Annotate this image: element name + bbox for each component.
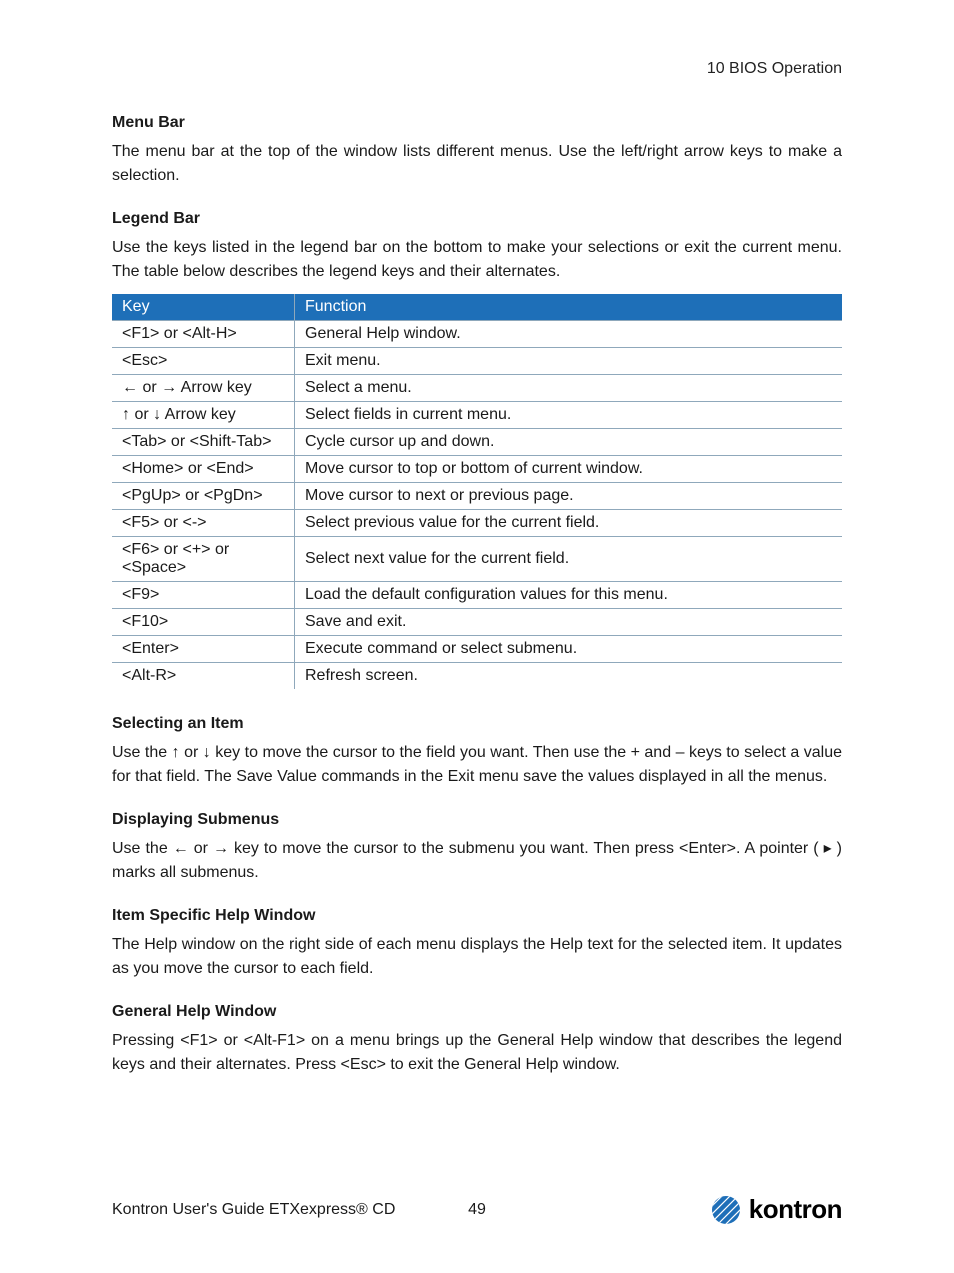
table-row: <Home> or <End>Move cursor to top or bot… xyxy=(112,456,842,483)
cell-fn: Load the default configuration values fo… xyxy=(295,582,843,609)
text-legend-bar: Use the keys listed in the legend bar on… xyxy=(112,236,842,284)
cell-key: <F9> xyxy=(112,582,295,609)
cell-fn: General Help window. xyxy=(295,321,843,348)
table-row: <F6> or <+> or <Space>Select next value … xyxy=(112,537,842,582)
cell-key: <F5> or <-> xyxy=(112,510,295,537)
table-row: <F5> or <->Select previous value for the… xyxy=(112,510,842,537)
cell-key: <F1> or <Alt-H> xyxy=(112,321,295,348)
table-row: <PgUp> or <PgDn>Move cursor to next or p… xyxy=(112,483,842,510)
text-submenus: Use the ← or → key to move the cursor to… xyxy=(112,837,842,885)
table-row: ← or → Arrow keySelect a menu. xyxy=(112,375,842,402)
page-footer: Kontron User's Guide ETXexpress® CD 49 xyxy=(112,1194,842,1225)
page: 10 BIOS Operation Menu Bar The menu bar … xyxy=(0,0,954,1273)
heading-general-help: General Help Window xyxy=(112,1003,842,1021)
table-row: <Esc>Exit menu. xyxy=(112,348,842,375)
cell-fn: Select previous value for the current fi… xyxy=(295,510,843,537)
footer-brand-text: kontron xyxy=(749,1194,842,1225)
cell-key: <Home> or <End> xyxy=(112,456,295,483)
cell-key: <Enter> xyxy=(112,636,295,663)
table-row: <Enter>Execute command or select submenu… xyxy=(112,636,842,663)
cell-fn: Select next value for the current field. xyxy=(295,537,843,582)
footer-guide-title: Kontron User's Guide ETXexpress® CD xyxy=(112,1201,395,1219)
table-row: <Alt-R>Refresh screen. xyxy=(112,663,842,690)
text-item-help: The Help window on the right side of eac… xyxy=(112,933,842,981)
cell-key: <Alt-R> xyxy=(112,663,295,690)
table-row: <F1> or <Alt-H>General Help window. xyxy=(112,321,842,348)
cell-fn: Select a menu. xyxy=(295,375,843,402)
cell-key: ↑ or ↓ Arrow key xyxy=(112,402,295,429)
cell-fn: Move cursor to top or bottom of current … xyxy=(295,456,843,483)
table-row: <F10>Save and exit. xyxy=(112,609,842,636)
heading-menu-bar: Menu Bar xyxy=(112,114,842,132)
footer-logo: kontron xyxy=(711,1194,842,1225)
cell-key: <PgUp> or <PgDn> xyxy=(112,483,295,510)
cell-fn: Refresh screen. xyxy=(295,663,843,690)
cell-key: ← or → Arrow key xyxy=(112,375,295,402)
cell-fn: Select fields in current menu. xyxy=(295,402,843,429)
table-row: <F9>Load the default configuration value… xyxy=(112,582,842,609)
table-row: ↑ or ↓ Arrow keySelect fields in current… xyxy=(112,402,842,429)
cell-key: <Tab> or <Shift-Tab> xyxy=(112,429,295,456)
col-key: Key xyxy=(112,294,295,321)
table-row: <Tab> or <Shift-Tab>Cycle cursor up and … xyxy=(112,429,842,456)
table-header-row: Key Function xyxy=(112,294,842,321)
heading-selecting-item: Selecting an Item xyxy=(112,715,842,733)
cell-key: <Esc> xyxy=(112,348,295,375)
cell-key: <F6> or <+> or <Space> xyxy=(112,537,295,582)
chapter-header: 10 BIOS Operation xyxy=(112,60,842,78)
kontron-logo-icon xyxy=(711,1195,741,1225)
text-selecting-item: Use the ↑ or ↓ key to move the cursor to… xyxy=(112,741,842,789)
heading-item-help: Item Specific Help Window xyxy=(112,907,842,925)
cell-fn: Move cursor to next or previous page. xyxy=(295,483,843,510)
legend-table: Key Function <F1> or <Alt-H>General Help… xyxy=(112,294,842,689)
cell-fn: Execute command or select submenu. xyxy=(295,636,843,663)
text-menu-bar: The menu bar at the top of the window li… xyxy=(112,140,842,188)
heading-submenus: Displaying Submenus xyxy=(112,811,842,829)
cell-key: <F10> xyxy=(112,609,295,636)
heading-legend-bar: Legend Bar xyxy=(112,210,842,228)
text-general-help: Pressing <F1> or <Alt-F1> on a menu brin… xyxy=(112,1029,842,1077)
cell-fn: Cycle cursor up and down. xyxy=(295,429,843,456)
col-function: Function xyxy=(295,294,843,321)
cell-fn: Save and exit. xyxy=(295,609,843,636)
cell-fn: Exit menu. xyxy=(295,348,843,375)
